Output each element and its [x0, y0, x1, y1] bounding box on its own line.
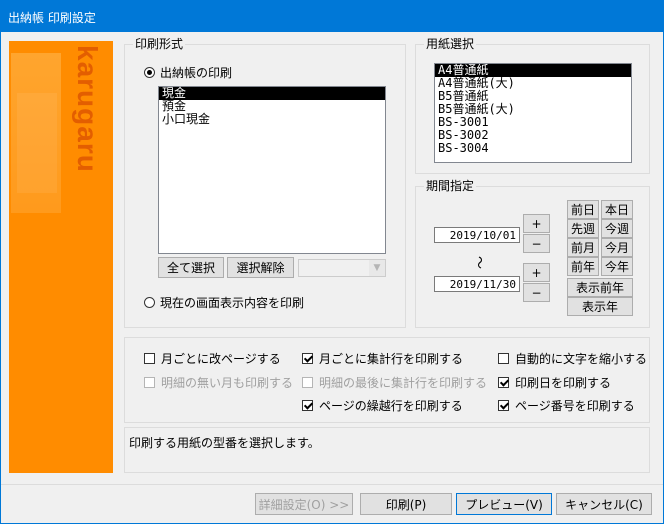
- checkbox-box[interactable]: [302, 353, 313, 364]
- today-button[interactable]: 本日: [601, 200, 633, 219]
- title-bar[interactable]: 出納帳 印刷設定: [0, 0, 664, 32]
- checkbox-box[interactable]: [144, 353, 155, 364]
- from-date-plus-button[interactable]: +: [523, 214, 550, 233]
- checkbox-label: 明細の最後に集計行を印刷する: [319, 376, 488, 390]
- checkbox-last-total[interactable]: 明細の最後に集計行を印刷する: [302, 374, 487, 391]
- this-month-button[interactable]: 今月: [601, 238, 633, 257]
- paper-title: 用紙選択: [424, 37, 477, 51]
- print-format-title: 印刷形式: [133, 37, 186, 51]
- checkbox-label: 自動的に文字を縮小する: [515, 352, 648, 366]
- prev-week-button[interactable]: 先週: [567, 219, 599, 238]
- paper-item[interactable]: BS-3004: [435, 142, 631, 155]
- prev-day-button[interactable]: 前日: [567, 200, 599, 219]
- checkbox-label: 明細の無い月も印刷する: [161, 376, 294, 390]
- display-year-button[interactable]: 表示年: [567, 297, 633, 316]
- display-prev-year-button[interactable]: 表示前年: [567, 278, 633, 297]
- select-all-button[interactable]: 全て選択: [158, 257, 224, 278]
- account-item[interactable]: 現金: [159, 87, 385, 100]
- paper-listbox[interactable]: A4普通紙 A4普通紙(大) B5普通紙 B5普通紙(大) BS-3001 BS…: [434, 63, 632, 163]
- brand-sidebar: karugaru: [9, 41, 113, 473]
- preview-button[interactable]: プレビュー(V): [456, 493, 552, 515]
- this-year-button[interactable]: 今年: [601, 257, 633, 276]
- period-title: 期間指定: [424, 179, 477, 193]
- checkbox-label: 月ごとに改ページする: [161, 352, 281, 366]
- checkbox-page-break-monthly[interactable]: 月ごとに改ページする: [144, 350, 281, 367]
- print-button[interactable]: 印刷(P): [360, 493, 452, 515]
- checkbox-shrink-text[interactable]: 自動的に文字を縮小する: [498, 350, 647, 367]
- radio-ledger-indicator[interactable]: [144, 67, 155, 78]
- from-date-input[interactable]: 2019/10/01: [434, 227, 520, 243]
- to-date-minus-button[interactable]: −: [523, 283, 550, 302]
- details-button[interactable]: 詳細設定(O) >>: [255, 493, 353, 515]
- deselect-button[interactable]: 選択解除: [227, 257, 294, 278]
- checkbox-box[interactable]: [302, 377, 313, 388]
- account-item[interactable]: 小口現金: [159, 113, 385, 126]
- prev-month-button[interactable]: 前月: [567, 238, 599, 257]
- checkbox-label: ページの繰越行を印刷する: [319, 399, 463, 413]
- checkbox-page-number[interactable]: ページ番号を印刷する: [498, 397, 635, 414]
- checkbox-box[interactable]: [302, 400, 313, 411]
- checkbox-carryover[interactable]: ページの繰越行を印刷する: [302, 397, 463, 414]
- checkbox-label: 印刷日を印刷する: [515, 376, 612, 390]
- prev-year-button[interactable]: 前年: [567, 257, 599, 276]
- checkbox-print-date[interactable]: 印刷日を印刷する: [498, 374, 611, 391]
- brand-decoration-inner: [17, 93, 57, 193]
- from-date-minus-button[interactable]: −: [523, 234, 550, 253]
- footer-divider: [1, 484, 663, 485]
- checkbox-label: ページ番号を印刷する: [515, 399, 635, 413]
- to-date-input[interactable]: 2019/11/30: [434, 276, 520, 292]
- radio-print-ledger[interactable]: 出納帳の印刷: [144, 64, 232, 81]
- window-title: 出納帳 印刷設定: [8, 11, 96, 25]
- account-listbox[interactable]: 現金 預金 小口現金: [158, 86, 386, 254]
- checkbox-print-empty-months[interactable]: 明細の無い月も印刷する: [144, 374, 293, 391]
- date-separator: ～: [471, 255, 487, 270]
- checkbox-box[interactable]: [498, 353, 509, 364]
- to-date-plus-button[interactable]: +: [523, 263, 550, 282]
- checkbox-monthly-total[interactable]: 月ごとに集計行を印刷する: [302, 350, 463, 367]
- radio-print-screen[interactable]: 現在の画面表示内容を印刷: [144, 294, 304, 311]
- cancel-button[interactable]: キャンセル(C): [556, 493, 652, 515]
- help-message: 印刷する用紙の型番を選択します。: [124, 427, 650, 473]
- radio-ledger-label: 出納帳の印刷: [160, 66, 233, 80]
- checkbox-box[interactable]: [498, 377, 509, 388]
- brand-logo-text: karugaru: [72, 45, 103, 173]
- checkbox-label: 月ごとに集計行を印刷する: [319, 352, 464, 366]
- chevron-down-icon[interactable]: ▼: [369, 260, 385, 276]
- help-message-text: 印刷する用紙の型番を選択します。: [129, 436, 320, 450]
- this-week-button[interactable]: 今週: [601, 219, 633, 238]
- account-combo[interactable]: ▼: [298, 259, 386, 277]
- checkbox-box[interactable]: [144, 377, 155, 388]
- radio-screen-indicator[interactable]: [144, 297, 155, 308]
- radio-screen-label: 現在の画面表示内容を印刷: [160, 296, 305, 310]
- checkbox-box[interactable]: [498, 400, 509, 411]
